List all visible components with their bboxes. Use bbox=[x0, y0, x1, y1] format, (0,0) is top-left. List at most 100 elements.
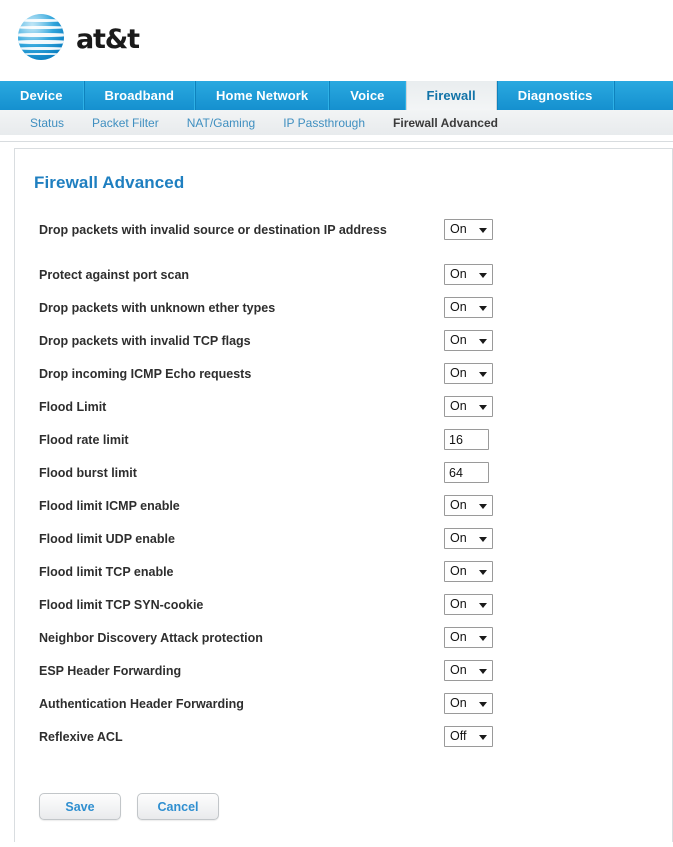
setting-control: OnOff bbox=[444, 726, 493, 747]
setting-select[interactable]: OnOff bbox=[444, 594, 493, 615]
setting-control: OnOff bbox=[444, 693, 493, 714]
setting-select-wrapper: OnOff bbox=[444, 528, 493, 549]
nav-tab-firewall[interactable]: Firewall bbox=[405, 81, 497, 110]
content-wrapper: Firewall Advanced Drop packets with inva… bbox=[0, 142, 673, 842]
setting-control: OnOff bbox=[444, 495, 493, 516]
setting-select-wrapper: OnOff bbox=[444, 495, 493, 516]
setting-row: Flood limit UDP enable OnOff bbox=[39, 528, 672, 561]
setting-row: Drop packets with invalid source or dest… bbox=[39, 219, 672, 264]
content-panel: Firewall Advanced Drop packets with inva… bbox=[14, 148, 673, 842]
setting-row: Flood limit TCP SYN-cookie OnOff bbox=[39, 594, 672, 627]
setting-control: OnOff bbox=[444, 330, 493, 351]
setting-text-input[interactable] bbox=[444, 429, 489, 450]
setting-label: Drop packets with unknown ether types bbox=[39, 301, 276, 315]
setting-row: Flood Limit OnOff bbox=[39, 396, 672, 429]
sub-nav-item-firewall-advanced: Firewall Advanced bbox=[393, 115, 498, 130]
setting-row: Flood burst limit bbox=[39, 462, 672, 495]
setting-select[interactable]: OnOff bbox=[444, 219, 493, 240]
setting-select-wrapper: OnOff bbox=[444, 396, 493, 417]
setting-select[interactable]: OnOff bbox=[444, 495, 493, 516]
setting-select-wrapper: OnOff bbox=[444, 219, 493, 240]
setting-text-input[interactable] bbox=[444, 462, 489, 483]
form-actions: Save Cancel bbox=[15, 793, 672, 820]
setting-select-wrapper: OnOff bbox=[444, 297, 493, 318]
setting-control bbox=[444, 462, 489, 483]
setting-row: Drop packets with unknown ether types OnO… bbox=[39, 297, 672, 330]
setting-label: ESP Header Forwarding bbox=[39, 664, 182, 678]
setting-control: OnOff bbox=[444, 528, 493, 549]
setting-row: Flood rate limit bbox=[39, 429, 672, 462]
setting-row: ESP Header Forwarding OnOff bbox=[39, 660, 672, 693]
setting-label: Flood limit ICMP enable bbox=[39, 499, 180, 513]
setting-select-wrapper: OnOff bbox=[444, 693, 493, 714]
setting-label: Flood Limit bbox=[39, 400, 107, 414]
setting-select-wrapper: OnOff bbox=[444, 264, 493, 285]
setting-label: Flood burst limit bbox=[39, 466, 137, 480]
setting-row: Flood limit TCP enable OnOff bbox=[39, 561, 672, 594]
setting-label: Reflexive ACL bbox=[39, 730, 123, 744]
setting-select-wrapper: OnOff bbox=[444, 594, 493, 615]
setting-row: Drop packets with invalid TCP flags OnOff bbox=[39, 330, 672, 363]
nav-tab-diagnostics[interactable]: Diagnostics bbox=[496, 81, 614, 110]
page-title: Firewall Advanced bbox=[34, 173, 185, 192]
setting-control: OnOff bbox=[444, 594, 493, 615]
nav-filler bbox=[613, 81, 673, 110]
brand-header: at&t bbox=[0, 0, 673, 81]
setting-control: OnOff bbox=[444, 264, 493, 285]
sub-nav-item-ip-passthrough[interactable]: IP Passthrough bbox=[283, 116, 365, 130]
setting-control: OnOff bbox=[444, 561, 493, 582]
nav-tab-voice[interactable]: Voice bbox=[329, 81, 406, 110]
setting-select[interactable]: OnOff bbox=[444, 693, 493, 714]
setting-select[interactable]: OnOff bbox=[444, 627, 493, 648]
att-globe-icon bbox=[18, 14, 64, 60]
setting-select[interactable]: OnOff bbox=[444, 561, 493, 582]
sub-nav-item-nat-gaming[interactable]: NAT/Gaming bbox=[187, 116, 255, 130]
setting-label: Flood limit TCP enable bbox=[39, 565, 174, 579]
nav-tab-broadband[interactable]: Broadband bbox=[83, 81, 196, 110]
sub-nav-item-packet-filter[interactable]: Packet Filter bbox=[92, 116, 159, 130]
setting-label: Flood limit UDP enable bbox=[39, 532, 175, 546]
setting-label: Flood limit TCP SYN-cookie bbox=[39, 598, 204, 612]
setting-control: OnOff bbox=[444, 219, 493, 240]
setting-control: OnOff bbox=[444, 297, 493, 318]
setting-label: Neighbor Discovery Attack protection bbox=[39, 631, 263, 645]
setting-row: Flood limit ICMP enable OnOff bbox=[39, 495, 672, 528]
setting-select-wrapper: OnOff bbox=[444, 726, 493, 747]
setting-label: Flood rate limit bbox=[39, 433, 129, 447]
setting-label: Drop packets with invalid TCP flags bbox=[39, 334, 251, 348]
setting-control: OnOff bbox=[444, 660, 493, 681]
nav-tab-home-network[interactable]: Home Network bbox=[195, 81, 330, 110]
main-navigation: Device Broadband Home Network Voice Fire… bbox=[0, 81, 673, 110]
setting-label: Protect against port scan bbox=[39, 268, 190, 282]
save-button[interactable]: Save bbox=[39, 793, 121, 820]
setting-label: Drop packets with invalid source or dest… bbox=[39, 223, 387, 237]
setting-label: Drop incoming ICMP Echo requests bbox=[39, 367, 252, 381]
setting-select-wrapper: OnOff bbox=[444, 363, 493, 384]
setting-row: Protect against port scan OnOff bbox=[39, 264, 672, 297]
cancel-button[interactable]: Cancel bbox=[137, 793, 219, 820]
setting-select-wrapper: OnOff bbox=[444, 561, 493, 582]
setting-control: OnOff bbox=[444, 363, 493, 384]
setting-row: Authentication Header Forwarding OnOff bbox=[39, 693, 672, 726]
setting-row: Neighbor Discovery Attack protection OnOf… bbox=[39, 627, 672, 660]
setting-select[interactable]: OnOff bbox=[444, 297, 493, 318]
setting-select[interactable]: OnOff bbox=[444, 396, 493, 417]
setting-select-wrapper: OnOff bbox=[444, 330, 493, 351]
setting-control: OnOff bbox=[444, 627, 493, 648]
setting-control: OnOff bbox=[444, 396, 493, 417]
setting-select[interactable]: OnOff bbox=[444, 726, 493, 747]
setting-select[interactable]: OnOff bbox=[444, 330, 493, 351]
firewall-advanced-form: Drop packets with invalid source or dest… bbox=[15, 219, 672, 759]
setting-select-wrapper: OnOff bbox=[444, 627, 493, 648]
sub-nav-item-status[interactable]: Status bbox=[30, 116, 64, 130]
setting-row: Reflexive ACL OnOff bbox=[39, 726, 672, 759]
sub-navigation: Status Packet Filter NAT/Gaming IP Passt… bbox=[0, 110, 673, 136]
setting-label: Authentication Header Forwarding bbox=[39, 697, 244, 711]
setting-select[interactable]: OnOff bbox=[444, 528, 493, 549]
setting-select[interactable]: OnOff bbox=[444, 363, 493, 384]
nav-tab-device[interactable]: Device bbox=[0, 81, 84, 110]
setting-select-wrapper: OnOff bbox=[444, 660, 493, 681]
setting-select[interactable]: OnOff bbox=[444, 660, 493, 681]
setting-control bbox=[444, 429, 489, 450]
setting-select[interactable]: OnOff bbox=[444, 264, 493, 285]
